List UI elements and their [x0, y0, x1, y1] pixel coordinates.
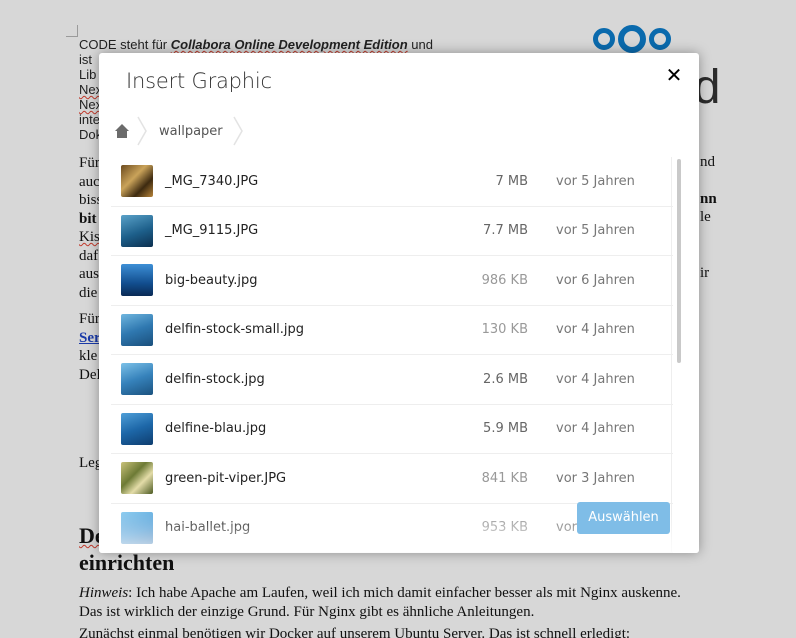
file-size: 986 KB [481, 272, 528, 288]
crop-mark [66, 25, 78, 37]
file-name: delfine-blau.jpg [165, 421, 267, 437]
file-name: delfin-stock.jpg [165, 371, 265, 387]
file-modified-date: vor 3 Jahren [556, 470, 635, 486]
file-thumbnail [121, 412, 153, 445]
nextcloud-logo [593, 25, 671, 53]
choose-button[interactable]: Auswählen [577, 502, 670, 534]
file-size: 5.9 MB [483, 421, 528, 437]
file-modified-date: vor 6 Jahren [556, 272, 635, 288]
intro-bold: Collabora Online Development Edition [170, 37, 408, 52]
intro-suffix: und [407, 37, 433, 52]
file-row[interactable]: delfin-stock.jpg 2.6 MB vor 4 Jahren [111, 355, 673, 405]
doc-line: nd [700, 154, 715, 170]
file-size: 2.6 MB [483, 371, 528, 387]
file-size: 841 KB [481, 470, 528, 486]
file-name: _MG_9115.JPG [165, 223, 259, 239]
doc-line: inte [79, 112, 100, 127]
file-name: delfin-stock-small.jpg [165, 322, 305, 338]
doc-left-column-2: Für Ser kle Del [79, 310, 101, 384]
scrollbar[interactable] [677, 159, 681, 363]
file-modified-date: vor 5 Jahren [556, 173, 635, 189]
file-modified-date: vor 4 Jahren [556, 322, 635, 338]
doc-line: ist [79, 52, 92, 67]
doc-line: le [700, 209, 711, 225]
close-button[interactable]: ✕ [665, 66, 683, 86]
doc-line: ir [700, 265, 710, 281]
intro-text: CODE steht für [79, 37, 171, 52]
heading-line: einrichten [79, 550, 175, 575]
doc-hint-paragraph: Hinweis: Ich habe Apache am Laufen, weil… [79, 584, 779, 621]
hint-label: Hinweis [79, 585, 129, 601]
doc-link[interactable]: Ser [79, 329, 101, 348]
hint-text: : Ich habe Apache am Laufen, weil ich mi… [128, 585, 681, 601]
file-row[interactable]: _MG_9115.JPG 7.7 MB vor 5 Jahren [111, 207, 673, 256]
file-name: hai-ballet.jpg [165, 520, 251, 536]
file-modified-date: vor 5 Jahren [556, 223, 635, 239]
file-row[interactable]: big-beauty.jpg 986 KB vor 6 Jahren [111, 256, 673, 306]
file-row[interactable]: delfin-stock-small.jpg 130 KB vor 4 Jahren [111, 306, 673, 355]
file-thumbnail [121, 264, 153, 297]
file-size: 7 MB [495, 173, 528, 189]
file-name: green-pit-viper.JPG [165, 470, 287, 486]
file-list: _MG_7340.JPG 7 MB vor 5 Jahren _MG_9115.JPG… [111, 157, 673, 553]
chevron-right-icon [232, 116, 243, 146]
file-row[interactable]: delfine-blau.jpg 5.9 MB vor 4 Jahren [111, 405, 673, 454]
file-thumbnail [121, 462, 153, 495]
doc-line: Für [79, 311, 100, 327]
chevron-right-icon [137, 116, 147, 146]
file-size: 953 KB [481, 520, 528, 536]
doc-line: kle [79, 348, 98, 364]
file-name: big-beauty.jpg [165, 272, 258, 288]
file-thumbnail [121, 313, 153, 346]
scroll-track [671, 157, 672, 553]
file-thumbnail [121, 363, 153, 396]
hint-text-line2: Das ist wirklich der einzige Grund. Für … [79, 603, 535, 620]
doc-line: nn [700, 191, 717, 207]
file-size: 7.7 MB [483, 223, 528, 239]
file-row[interactable]: _MG_7340.JPG 7 MB vor 5 Jahren [111, 157, 673, 207]
file-row[interactable]: green-pit-viper.JPG 841 KB vor 3 Jahren [111, 454, 673, 504]
dialog-title: Insert Graphic [126, 69, 272, 93]
breadcrumb-folder[interactable]: wallpaper [149, 124, 231, 139]
file-name: _MG_7340.JPG [165, 173, 259, 189]
file-modified-date: vor 4 Jahren [556, 421, 635, 437]
file-thumbnail [121, 165, 153, 198]
file-size: 130 KB [481, 322, 528, 338]
file-thumbnail [121, 214, 153, 247]
insert-graphic-dialog: Insert Graphic ✕ wallpaper _MG_7340.JPG 7… [99, 53, 699, 553]
doc-line: Zunächst einmal benötigen wir Docker auf… [79, 626, 631, 638]
doc-line: Lib [79, 67, 97, 82]
file-modified-date: vor 4 Jahren [556, 371, 635, 387]
file-thumbnail [121, 511, 153, 544]
breadcrumb: wallpaper [113, 115, 245, 147]
doc-line: Del [79, 366, 101, 383]
home-icon[interactable] [113, 122, 131, 140]
